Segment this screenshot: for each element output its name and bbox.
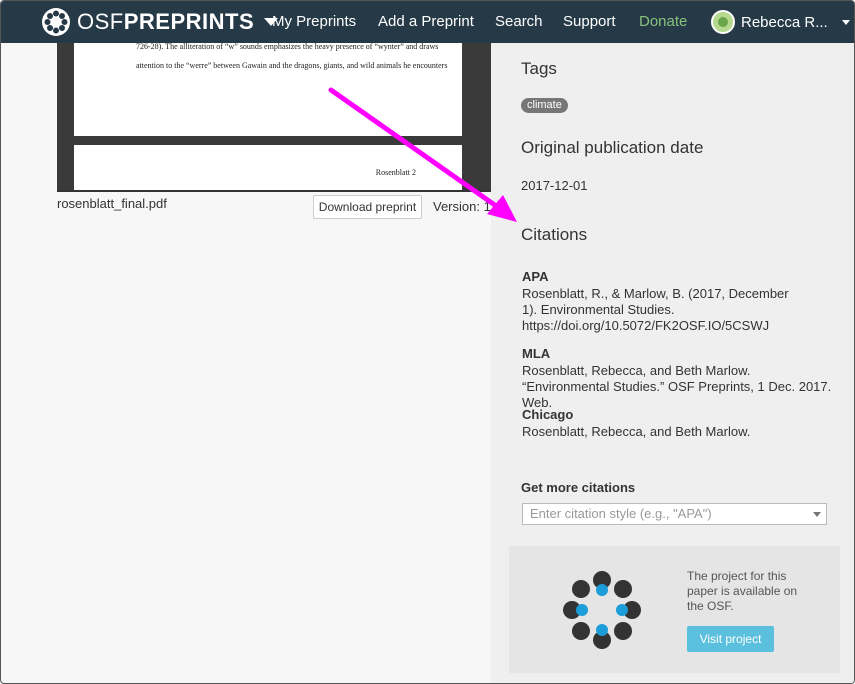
project-panel: The project for this paper is available …	[509, 546, 840, 673]
chevron-down-icon	[813, 512, 821, 517]
pdf-page: 726-28). The alliteration of “w” sounds …	[74, 43, 462, 136]
citations-heading: Citations	[521, 225, 588, 244]
avatar	[711, 10, 735, 34]
top-navbar: OSFPREPRINTS My Preprints Add a Preprint…	[1, 1, 854, 43]
visit-project-button[interactable]: Visit project	[687, 626, 774, 652]
citation-select-placeholder: Enter citation style (e.g., "APA")	[530, 506, 712, 521]
osf-logo-icon	[42, 8, 70, 36]
citation-text: Rosenblatt, Rebecca, and Beth Marlow. “E…	[522, 363, 832, 410]
project-text: The project for this paper is available …	[687, 569, 798, 613]
viewer-divider	[57, 190, 491, 192]
chevron-down-icon	[841, 19, 850, 25]
pub-date-value: 2017-12-01	[521, 178, 588, 193]
nav-donate[interactable]: Donate	[639, 13, 687, 30]
nav-my-preprints[interactable]: My Preprints	[272, 13, 356, 30]
version-select[interactable]: Version: 1	[433, 199, 491, 214]
citation-mla: MLA Rosenblatt, Rebecca, and Beth Marlow…	[522, 346, 832, 411]
citation-chicago: Chicago Rosenblatt, Rebecca, and Beth Ma…	[522, 407, 832, 440]
pdf-page-header: Rosenblatt 2	[375, 168, 416, 177]
pdf-text-line: 726-28). The alliteration of “w” sounds …	[136, 43, 439, 51]
more-citations-label: Get more citations	[521, 480, 636, 495]
brand-title: OSFPREPRINTS	[77, 9, 255, 34]
user-menu[interactable]: Rebecca R...	[711, 10, 850, 34]
osf-logo-icon	[563, 571, 641, 649]
app-window: OSFPREPRINTS My Preprints Add a Preprint…	[0, 0, 855, 684]
citation-style-label: MLA	[522, 346, 551, 361]
pdf-text-line: attention to the “werre” between Gawain …	[136, 61, 448, 70]
citation-text: Rosenblatt, Rebecca, and Beth Marlow.	[522, 424, 751, 439]
citation-apa: APA Rosenblatt, R., & Marlow, B. (2017, …	[522, 269, 832, 334]
pub-date-heading: Original publication date	[521, 138, 704, 157]
brand-menu[interactable]: OSFPREPRINTS	[41, 7, 279, 37]
pdf-viewer[interactable]: 726-28). The alliteration of “w” sounds …	[57, 43, 491, 191]
citation-style-select[interactable]: Enter citation style (e.g., "APA")	[522, 503, 827, 525]
user-name: Rebecca R...	[741, 13, 828, 31]
tags-heading: Tags	[521, 59, 557, 78]
tag-badge[interactable]: climate	[521, 98, 568, 113]
download-preprint-button[interactable]: Download preprint	[313, 195, 422, 219]
citation-style-label: APA	[522, 269, 549, 284]
nav-add-preprint[interactable]: Add a Preprint	[378, 13, 474, 30]
nav-search[interactable]: Search	[495, 13, 543, 30]
file-name: rosenblatt_final.pdf	[57, 196, 167, 211]
nav-support[interactable]: Support	[563, 13, 616, 30]
preprint-sidebar: Tags climate Original publication date 2…	[491, 43, 854, 683]
pdf-page: Rosenblatt 2	[74, 145, 462, 191]
citation-text: Rosenblatt, R., & Marlow, B. (2017, Dece…	[522, 286, 789, 333]
citation-style-label: Chicago	[522, 407, 574, 422]
